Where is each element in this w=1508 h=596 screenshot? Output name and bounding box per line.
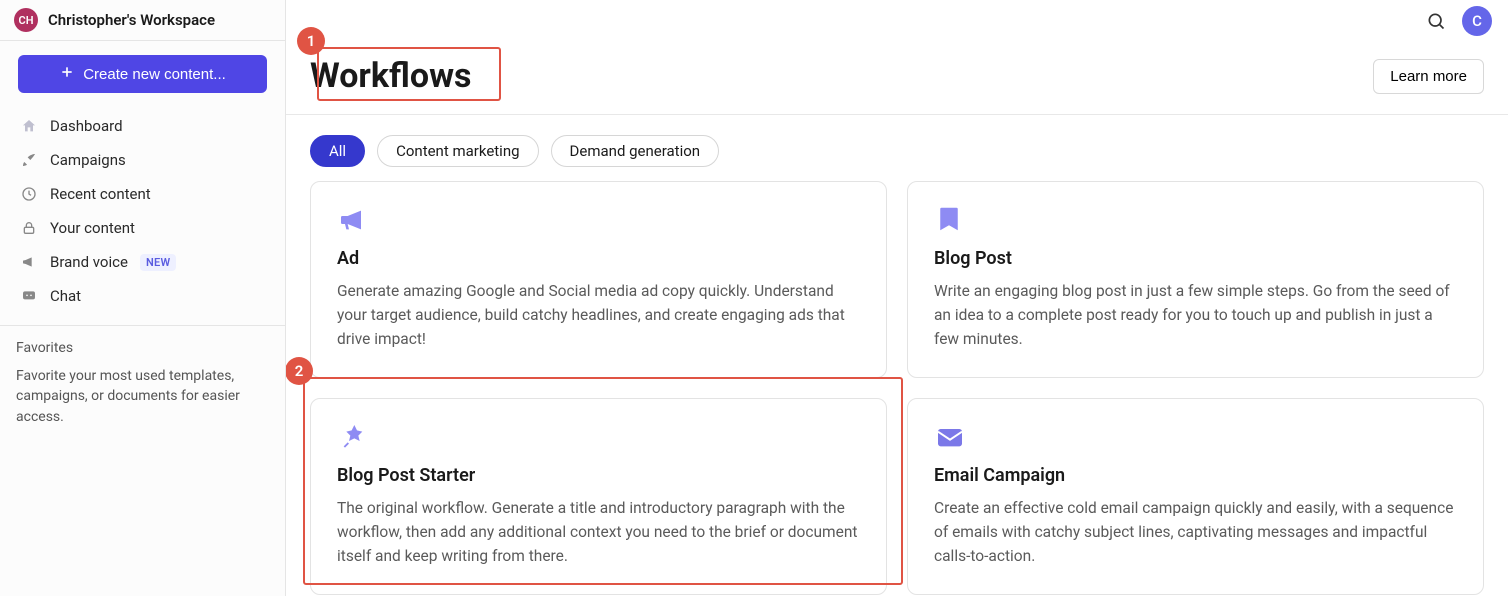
create-button-label: Create new content... [83, 66, 226, 83]
wand-icon [337, 421, 369, 453]
workflow-card-email-campaign[interactable]: Email Campaign Create an effective cold … [907, 398, 1484, 595]
page-header: Workflows Learn more [286, 0, 1508, 115]
card-title: Blog Post Starter [337, 465, 860, 486]
sidebar-item-label: Campaigns [50, 151, 126, 169]
filter-all[interactable]: All [310, 135, 365, 167]
lock-icon [20, 219, 38, 237]
favorites-title: Favorites [16, 340, 269, 356]
home-icon [20, 117, 38, 135]
filter-row: All Content marketing Demand generation [286, 115, 1508, 167]
page-title: Workflows [310, 56, 472, 96]
sidebar-item-campaigns[interactable]: Campaigns [10, 143, 275, 177]
sidebar: CH Christopher's Workspace Create new co… [0, 0, 286, 596]
plus-icon [59, 64, 75, 84]
sidebar-item-recent-content[interactable]: Recent content [10, 177, 275, 211]
card-title: Email Campaign [934, 465, 1457, 486]
create-new-content-button[interactable]: Create new content... [18, 55, 267, 93]
filter-demand-generation[interactable]: Demand generation [551, 135, 720, 167]
chat-icon [20, 287, 38, 305]
filter-content-marketing[interactable]: Content marketing [377, 135, 538, 167]
search-icon[interactable] [1426, 11, 1446, 31]
bookmark-icon [934, 204, 966, 236]
card-description: Write an engaging blog post in just a fe… [934, 279, 1457, 351]
workspace-switcher[interactable]: CH Christopher's Workspace [0, 0, 285, 41]
sidebar-item-label: Chat [50, 287, 81, 305]
workflow-card-blog-post-starter[interactable]: Blog Post Starter The original workflow.… [310, 398, 887, 595]
megaphone-icon [20, 253, 38, 271]
workspace-avatar: CH [14, 8, 38, 32]
workspace-name: Christopher's Workspace [48, 11, 215, 29]
user-avatar[interactable]: C [1462, 6, 1492, 36]
sidebar-item-label: Your content [50, 219, 135, 237]
card-title: Ad [337, 248, 860, 269]
sidebar-item-dashboard[interactable]: Dashboard [10, 109, 275, 143]
card-title: Blog Post [934, 248, 1457, 269]
card-description: Create an effective cold email campaign … [934, 496, 1457, 568]
sidebar-item-chat[interactable]: Chat [10, 279, 275, 313]
sidebar-nav: Dashboard Campaigns Recent content Your … [0, 103, 285, 319]
workflow-card-grid: Ad Generate amazing Google and Social me… [286, 181, 1508, 596]
topbar: C [1426, 6, 1492, 36]
sidebar-item-brand-voice[interactable]: Brand voice NEW [10, 245, 275, 279]
megaphone-icon [337, 204, 369, 236]
new-badge: NEW [140, 254, 177, 271]
sidebar-item-label: Brand voice [50, 253, 128, 271]
favorites-description: Favorite your most used templates, campa… [16, 366, 269, 427]
sidebar-item-your-content[interactable]: Your content [10, 211, 275, 245]
learn-more-button[interactable]: Learn more [1373, 59, 1484, 94]
card-description: The original workflow. Generate a title … [337, 496, 860, 568]
card-description: Generate amazing Google and Social media… [337, 279, 860, 351]
sidebar-item-label: Dashboard [50, 117, 123, 135]
workflow-card-ad[interactable]: Ad Generate amazing Google and Social me… [310, 181, 887, 378]
sidebar-item-label: Recent content [50, 185, 151, 203]
main-content: C Workflows Learn more All Content marke… [286, 0, 1508, 596]
favorites-section: Favorites Favorite your most used templa… [0, 326, 285, 441]
clock-icon [20, 185, 38, 203]
rocket-icon [20, 151, 38, 169]
workflow-card-blog-post[interactable]: Blog Post Write an engaging blog post in… [907, 181, 1484, 378]
mail-icon [934, 421, 966, 453]
